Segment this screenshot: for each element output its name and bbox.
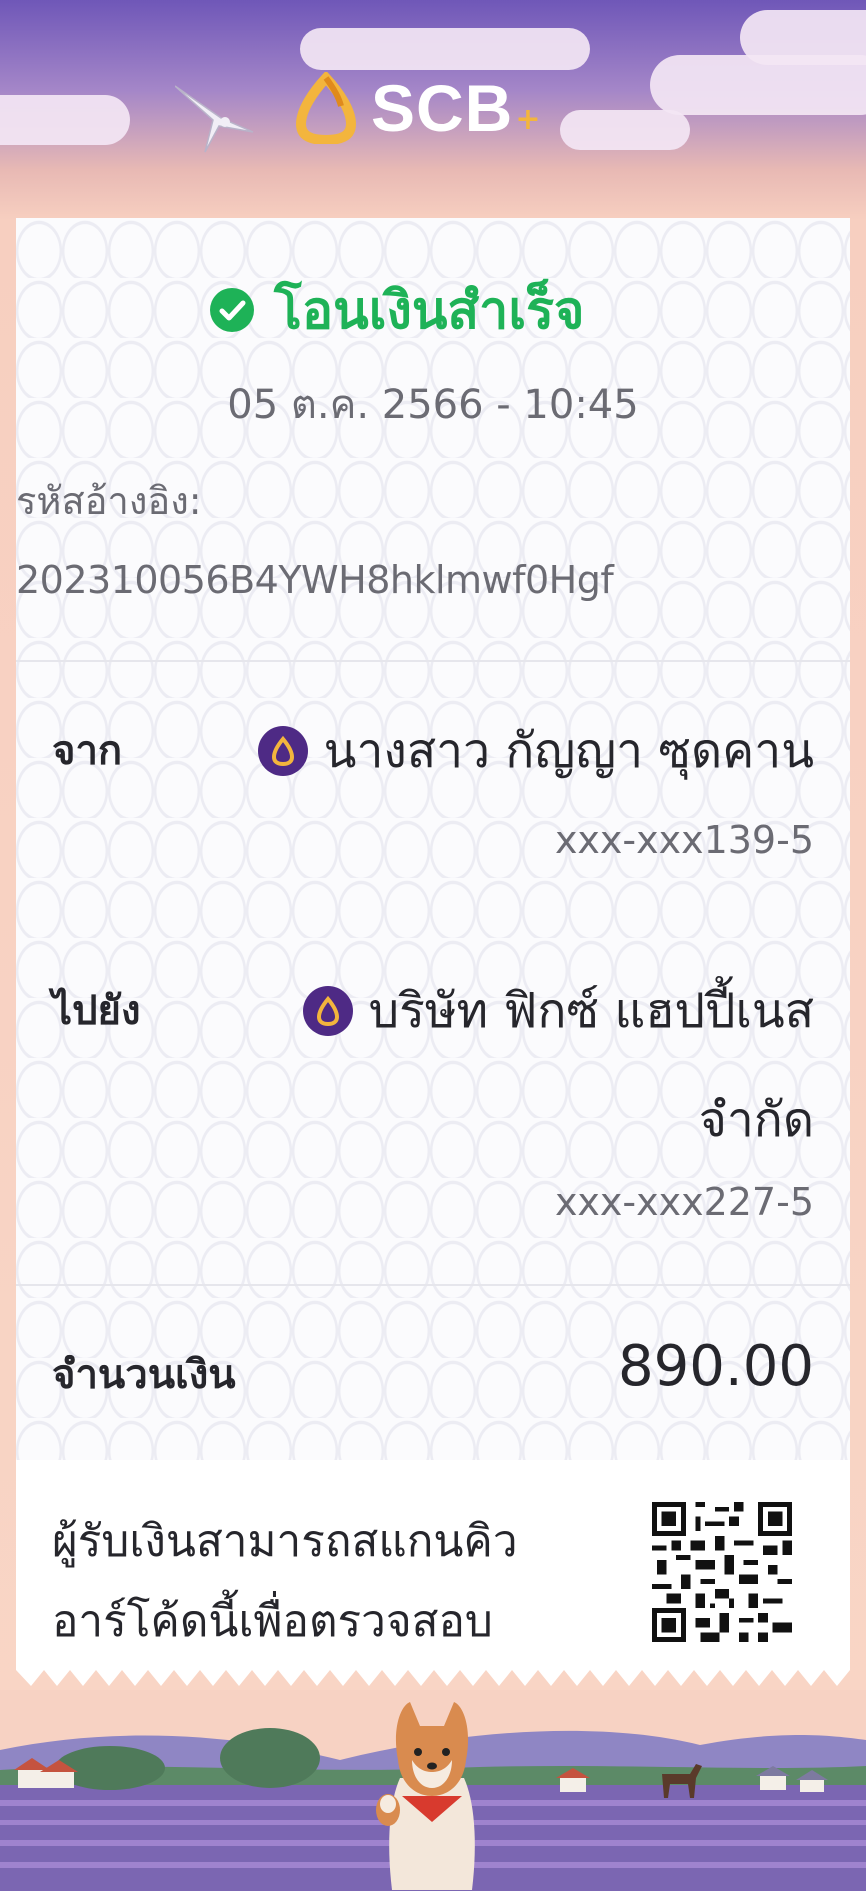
reference-label: รหัสอ้างอิง:	[16, 479, 202, 523]
cloud-decoration	[300, 28, 590, 70]
header: SCB +	[0, 0, 866, 220]
amount-label: จำนวนเงิน	[52, 1352, 236, 1398]
status-success: โอนเงินสำเร็จ	[210, 268, 585, 351]
bird-icon	[175, 85, 254, 153]
qr-note-line2: อาร์โค้ดนี้เพื่อตรวจสอบ	[52, 1596, 493, 1647]
logo-text: SCB	[371, 71, 514, 145]
to-account: xxx-xxx227-5	[554, 1180, 814, 1224]
scb-bank-icon	[302, 986, 353, 1036]
cloud-decoration	[740, 10, 866, 65]
divider	[16, 660, 850, 662]
to-label: ไปยัง	[52, 988, 141, 1034]
amount-value: 890.00	[618, 1334, 814, 1399]
from-account: xxx-xxx139-5	[554, 818, 814, 862]
cloud-decoration	[560, 110, 690, 150]
to-name-line2: จำกัด	[698, 1092, 814, 1148]
from-party: นางสาว กัญญา ซุดคาน	[257, 718, 814, 784]
from-label: จาก	[52, 728, 123, 774]
cloud-decoration	[0, 95, 130, 145]
check-circle-icon	[210, 287, 254, 332]
scb-logo-icon	[295, 72, 357, 144]
from-name: นางสาว กัญญา ซุดคาน	[323, 723, 814, 779]
divider	[16, 1284, 850, 1286]
transaction-datetime: 05 ต.ค. 2566 - 10:45	[227, 382, 639, 428]
shiba-dog-icon	[376, 1702, 475, 1890]
reference-value: 202310056B4YWH8hklmwf0Hgf	[16, 558, 614, 602]
scb-logo: SCB +	[295, 68, 541, 148]
zigzag-edge	[16, 1662, 850, 1686]
logo-plus: +	[515, 101, 541, 137]
qr-note-line1: ผู้รับเงินสามารถสแกนคิว	[52, 1516, 518, 1567]
to-party: บริษัท ฟิกซ์ แฮปปี้เนส	[302, 978, 814, 1044]
status-text: โอนเงินสำเร็จ	[274, 281, 585, 341]
scb-bank-icon	[257, 726, 308, 776]
to-name-line1: บริษัท ฟิกซ์ แฮปปี้เนส	[368, 983, 814, 1039]
qr-code-icon[interactable]	[652, 1502, 792, 1642]
